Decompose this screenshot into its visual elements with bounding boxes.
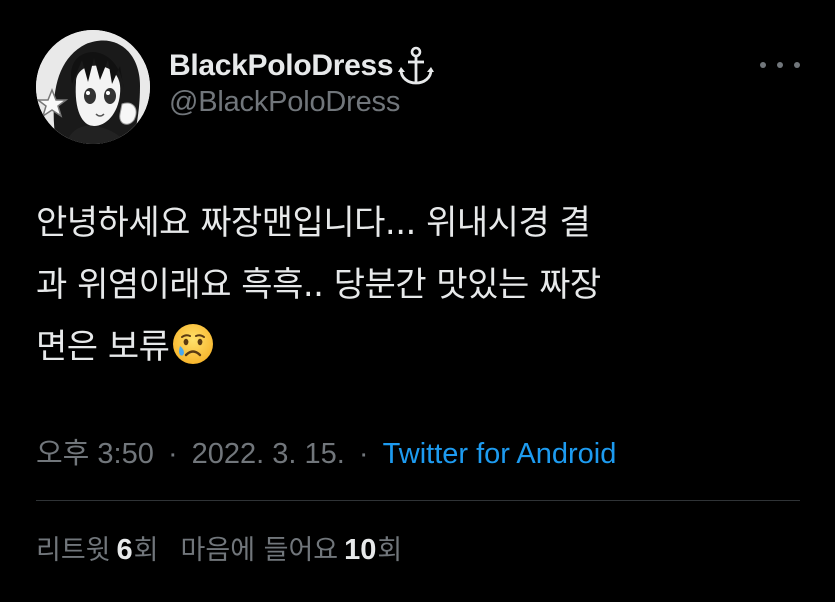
likes-label: 마음에 들어요 [180, 535, 339, 566]
tweet-date[interactable]: 2022. 3. 15. [192, 438, 345, 470]
likes-count: 10 [344, 534, 377, 566]
retweets-label: 리트윗 [36, 535, 111, 566]
more-dots-icon [777, 62, 783, 68]
tweet-time[interactable]: 오후 3:50 [36, 438, 154, 470]
more-dots-icon [794, 62, 800, 68]
meta-separator: · [167, 438, 178, 470]
tweet-meta: 오후 3:50 · 2022. 3. 15. · Twitter for And… [36, 430, 616, 472]
avatar[interactable] [36, 30, 150, 144]
divider [36, 500, 800, 501]
retweets-unit: 회 [133, 535, 159, 566]
more-dots-icon [760, 62, 766, 68]
crying-face-emoji-icon [171, 322, 215, 366]
tweet-source-link[interactable]: Twitter for Android [383, 438, 617, 470]
meta-separator: · [358, 438, 369, 470]
retweets-stat[interactable]: 리트윗 6 회 [36, 528, 159, 567]
user-handle[interactable]: @BlackPoloDress [169, 86, 400, 119]
tweet-text-line: 과 위염이래요 흑흑.. 당분간 맛있는 짜장 [36, 265, 601, 305]
avatar-anime-girl-icon [36, 30, 150, 144]
tweet-text-line: 면은 보류 [36, 327, 170, 367]
user-name-row[interactable]: BlackPoloDress [169, 44, 435, 88]
anchor-icon [397, 46, 435, 86]
display-name[interactable]: BlackPoloDress [169, 49, 394, 83]
tweet-text-line-last: 면은 보류 [36, 316, 796, 378]
tweet-text-line: 안녕하세요 짜장맨입니다... 위내시경 결 [36, 203, 591, 243]
retweets-count: 6 [116, 534, 133, 566]
tweet-stats: 리트윗 6 회 마음에 들어요 10 회 [36, 528, 402, 567]
likes-stat[interactable]: 마음에 들어요 10 회 [181, 528, 403, 567]
likes-unit: 회 [377, 535, 403, 566]
tweet-text: 안녕하세요 짜장맨입니다... 위내시경 결 과 위염이래요 흑흑.. 당분간 … [36, 192, 796, 378]
more-options-button[interactable] [760, 50, 800, 80]
tweet-detail: BlackPoloDress @BlackPoloDress 안녕하세요 짜장맨… [0, 0, 835, 602]
